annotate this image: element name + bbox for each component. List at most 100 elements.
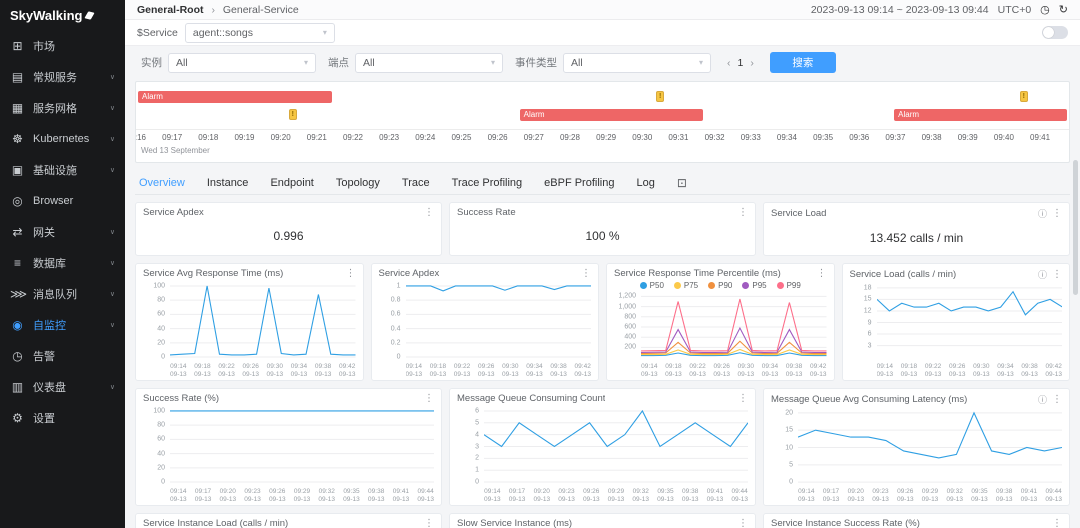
kebab-menu-icon[interactable]: ⋮ <box>1052 208 1062 219</box>
sidebar-item-dashboards[interactable]: ▥仪表盘∨ <box>0 371 125 402</box>
sidebar-item-label: 自监控 <box>33 317 110 333</box>
endpoint-select[interactable]: All ▾ <box>355 53 503 73</box>
pagination-prev-icon[interactable]: ‹ <box>727 57 731 69</box>
chart-card-response-time-percentile: Service Response Time Percentile (ms) ⋮ … <box>606 263 835 381</box>
sidebar-item-service-mesh[interactable]: ▦服务网格∨ <box>0 92 125 123</box>
legend-item[interactable]: P90 <box>708 281 732 290</box>
timeline-tick: 09:16 <box>136 133 146 142</box>
sidebar-menu: ⊞市场▤常规服务∨▦服务网格∨☸Kubernetes∨▣基础设施∨◎Browse… <box>0 30 125 433</box>
tab-trace[interactable]: Trace <box>402 177 430 189</box>
tab-list: Overview Instance Endpoint Topology Trace Tra… <box>139 177 655 189</box>
kebab-menu-icon[interactable]: ⋮ <box>1052 394 1062 405</box>
alarm-bar[interactable]: Alarm <box>894 109 1067 121</box>
tab-overview[interactable]: Overview <box>139 177 185 189</box>
edit-mode-toggle[interactable] <box>1042 26 1068 39</box>
card-title: Service Apdex <box>143 207 204 218</box>
chevron-down-icon: ∨ <box>110 259 115 267</box>
kebab-menu-icon[interactable]: ⋮ <box>424 393 434 404</box>
event-marker-icon[interactable]: ! <box>1020 91 1028 102</box>
kebab-menu-icon[interactable]: ⋮ <box>738 207 748 218</box>
timeline-tick: 09:32 <box>705 133 725 142</box>
kebab-menu-icon[interactable]: ⋮ <box>346 268 356 279</box>
breadcrumb-root[interactable]: General-Root <box>137 4 204 16</box>
instance-select[interactable]: All ▾ <box>168 53 316 73</box>
alarm-icon: ◷ <box>10 349 25 363</box>
vertical-scrollbar[interactable] <box>1073 160 1078 295</box>
infrastructure-icon: ▣ <box>10 163 25 177</box>
stat-card-success-rate: Success Rate ⋮ 100 % <box>449 202 756 256</box>
legend-item[interactable]: P75 <box>674 281 698 290</box>
tab-ebpf-profiling[interactable]: eBPF Profiling <box>544 177 614 189</box>
pagination-current-page[interactable]: 1 <box>738 57 744 69</box>
tab-topology[interactable]: Topology <box>336 177 380 189</box>
alarm-bar[interactable]: Alarm <box>520 109 704 121</box>
chevron-down-icon: ▾ <box>323 28 327 37</box>
chevron-down-icon: ∨ <box>110 383 115 391</box>
info-icon[interactable]: ⓘ <box>1038 207 1047 220</box>
timeline-tick: 09:17 <box>162 133 182 142</box>
timezone-selector[interactable]: UTC+0 <box>998 4 1032 16</box>
main-area: General-Root › General-Service 2023-09-1… <box>125 0 1080 528</box>
tab-instance[interactable]: Instance <box>207 177 249 189</box>
sidebar-item-gateway[interactable]: ⇄网关∨ <box>0 216 125 247</box>
kebab-menu-icon[interactable]: ⋮ <box>1052 518 1062 528</box>
refresh-icon[interactable]: ↻ <box>1059 3 1068 16</box>
event-type-select-value: All <box>571 57 583 69</box>
sidebar-item-self-observability[interactable]: ◉自监控∨ <box>0 309 125 340</box>
chart-title: Service Instance Load (calls / min) <box>143 518 288 528</box>
clock-icon[interactable]: ◷ <box>1040 3 1050 16</box>
self-observability-icon: ◉ <box>10 318 25 332</box>
info-icon[interactable]: ⓘ <box>1038 393 1047 406</box>
timeline-tick: 09:31 <box>668 133 688 142</box>
sidebar-item-browser[interactable]: ◎Browser <box>0 185 125 216</box>
legend-item[interactable]: P50 <box>640 281 664 290</box>
sidebar-item-kubernetes[interactable]: ☸Kubernetes∨ <box>0 123 125 154</box>
chevron-down-icon: ∨ <box>110 135 115 143</box>
chevron-down-icon: ∨ <box>110 73 115 81</box>
event-marker-icon[interactable]: ! <box>656 91 664 102</box>
kebab-menu-icon[interactable]: ⋮ <box>1052 269 1062 280</box>
kebab-menu-icon[interactable]: ⋮ <box>817 268 827 279</box>
timeline-date-label: Wed 13 September <box>136 144 1069 157</box>
sidebar-item-infrastructure[interactable]: ▣基础设施∨ <box>0 154 125 185</box>
tab-log[interactable]: Log <box>636 177 654 189</box>
stat-cards-row: Service Apdex ⋮ 0.996 Success Rate ⋮ 100… <box>135 202 1070 256</box>
sidebar-item-label: 服务网格 <box>33 100 110 116</box>
marketplace-icon: ⊞ <box>10 39 25 53</box>
tab-trace-profiling[interactable]: Trace Profiling <box>452 177 523 189</box>
kebab-menu-icon[interactable]: ⋮ <box>581 268 591 279</box>
kebab-menu-icon[interactable]: ⋮ <box>738 393 748 404</box>
event-marker-icon[interactable]: ! <box>289 109 297 120</box>
kebab-menu-icon[interactable]: ⋮ <box>738 518 748 528</box>
alarm-bar[interactable]: Alarm <box>138 91 332 103</box>
kebab-menu-icon[interactable]: ⋮ <box>424 518 434 528</box>
sidebar-item-settings[interactable]: ⚙设置 <box>0 402 125 433</box>
gateway-icon: ⇄ <box>10 225 25 239</box>
database-icon: ≡ <box>10 256 25 270</box>
sidebar-item-alarm[interactable]: ◷告警 <box>0 340 125 371</box>
chart-card-slow-service-instance: Slow Service Instance (ms) ⋮ <box>449 513 756 528</box>
chart-title: Service Apdex <box>379 268 440 279</box>
event-type-filter-label: 事件类型 <box>515 55 557 70</box>
event-type-select[interactable]: All ▾ <box>563 53 711 73</box>
pagination-next-icon[interactable]: › <box>750 57 754 69</box>
sidebar-item-message-queue[interactable]: ⋙消息队列∨ <box>0 278 125 309</box>
sidebar-item-general-service[interactable]: ▤常规服务∨ <box>0 61 125 92</box>
panel-layers-icon[interactable]: ⊡ <box>677 176 687 190</box>
search-button[interactable]: 搜索 <box>770 52 836 73</box>
logo-wing-icon <box>85 11 95 19</box>
line-chart: 00.20.40.60.8109:1409-1309:1809-1309:220… <box>372 279 599 380</box>
timeline-tick: 09:27 <box>524 133 544 142</box>
kebab-menu-icon[interactable]: ⋮ <box>424 207 434 218</box>
service-select[interactable]: agent::songs ▾ <box>185 23 335 43</box>
timeline-tick: 09:35 <box>813 133 833 142</box>
sidebar-item-marketplace[interactable]: ⊞市场 <box>0 30 125 61</box>
legend-item[interactable]: P95 <box>742 281 766 290</box>
tab-endpoint[interactable]: Endpoint <box>270 177 313 189</box>
legend-item[interactable]: P99 <box>777 281 801 290</box>
info-icon[interactable]: ⓘ <box>1038 268 1047 281</box>
time-range[interactable]: 2023-09-13 09:14 ~ 2023-09-13 09:44 <box>811 4 989 16</box>
chevron-down-icon: ∨ <box>110 104 115 112</box>
timeline-tick: 09:24 <box>415 133 435 142</box>
sidebar-item-database[interactable]: ≡数据库∨ <box>0 247 125 278</box>
